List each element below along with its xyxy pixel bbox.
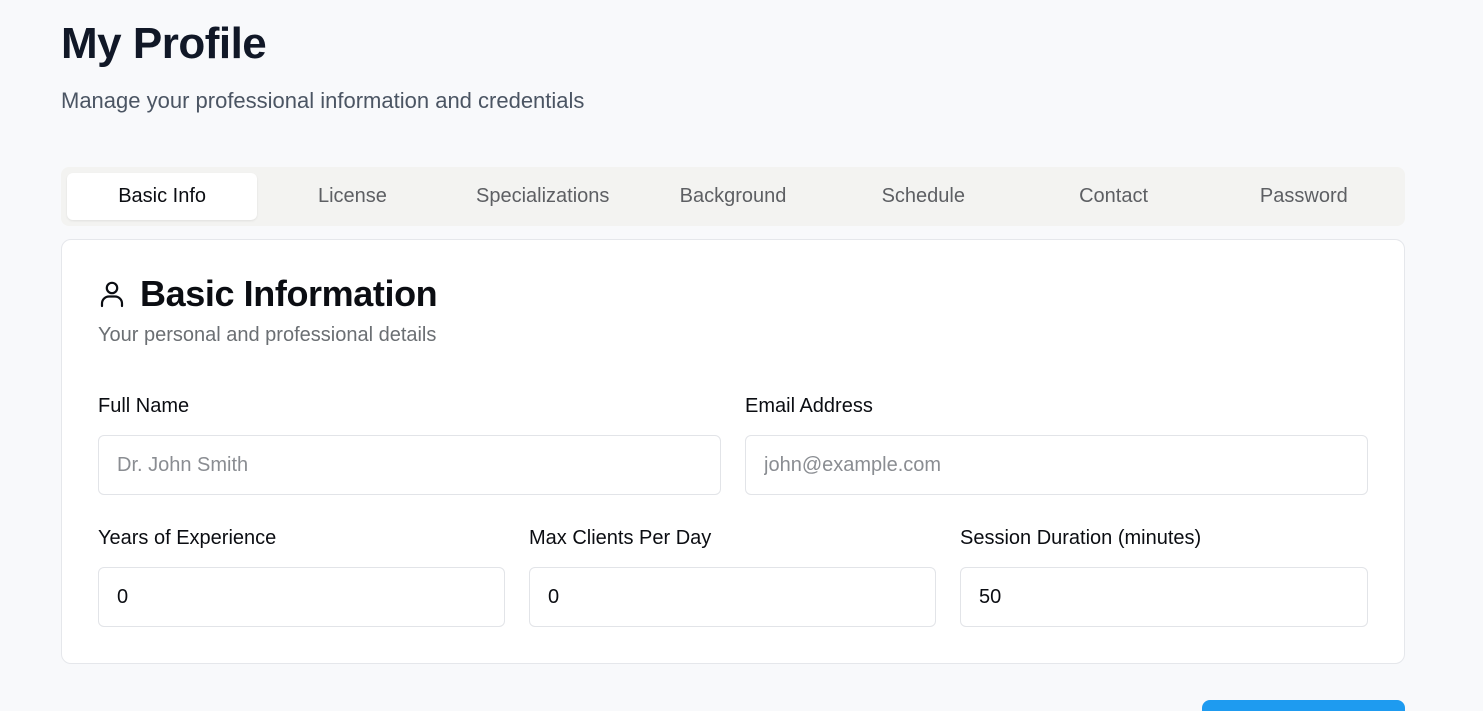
card-description: Your personal and professional details (98, 324, 437, 346)
profile-page: My Profile Manage your professional info… (0, 0, 1483, 711)
session-duration-field-group: Session Duration (minutes) (960, 526, 1368, 627)
basic-info-card: Basic Information Your personal and prof… (61, 239, 1405, 664)
full-name-label: Full Name (98, 395, 190, 417)
tab-schedule[interactable]: Schedule (828, 173, 1018, 220)
years-experience-field-group: Years of Experience (98, 526, 505, 627)
tab-license[interactable]: License (257, 173, 447, 220)
email-input[interactable] (745, 435, 1368, 495)
max-clients-label: Max Clients Per Day (529, 527, 712, 549)
tab-specializations[interactable]: Specializations (448, 173, 638, 220)
full-name-input[interactable] (98, 435, 721, 495)
max-clients-input[interactable] (529, 567, 936, 627)
user-icon (98, 280, 126, 308)
tab-contact[interactable]: Contact (1018, 173, 1208, 220)
session-duration-input[interactable] (960, 567, 1368, 627)
max-clients-field-group: Max Clients Per Day (529, 526, 936, 627)
tab-basic-info[interactable]: Basic Info (67, 173, 258, 220)
card-title: Basic Information (140, 273, 438, 314)
tab-background[interactable]: Background (638, 173, 828, 220)
page-title: My Profile (61, 19, 267, 68)
email-field-group: Email Address (745, 394, 1368, 495)
card-header: Basic Information (98, 272, 438, 316)
session-duration-label: Session Duration (minutes) (960, 527, 1202, 549)
save-button[interactable] (1202, 700, 1405, 711)
full-name-field-group: Full Name (98, 394, 721, 495)
years-experience-label: Years of Experience (98, 527, 277, 549)
tab-password[interactable]: Password (1209, 173, 1399, 220)
page-subtitle: Manage your professional information and… (61, 88, 585, 113)
years-experience-input[interactable] (98, 567, 505, 627)
tab-bar: Basic Info License Specializations Backg… (61, 167, 1405, 226)
email-label: Email Address (745, 395, 873, 417)
